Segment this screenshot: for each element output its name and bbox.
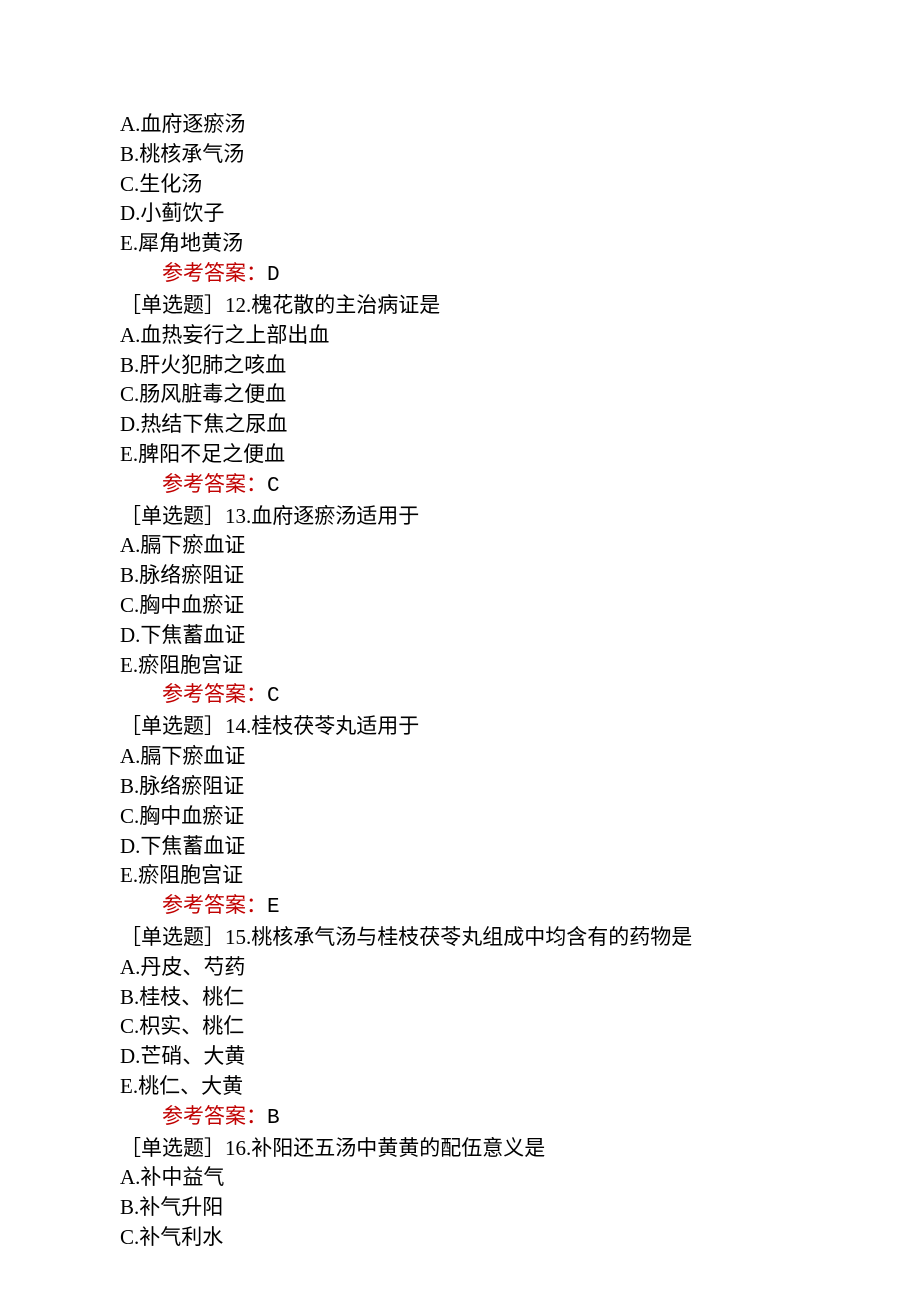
q12-prompt: ［单选题］12.槐花散的主治病证是 <box>78 291 920 321</box>
q11-option-d: D.小蓟饮子 <box>78 199 920 229</box>
q11-option-e: E.犀角地黄汤 <box>78 229 920 259</box>
q12-answer-line: 参考答案：C <box>78 470 920 502</box>
answer-label: 参考答案： <box>162 261 267 285</box>
q11-option-c: C.生化汤 <box>78 170 920 200</box>
q13-option-d: D.下焦蓄血证 <box>78 621 920 651</box>
q13-option-c: C.胸中血瘀证 <box>78 591 920 621</box>
q11-answer-value: D <box>267 264 280 287</box>
answer-label: 参考答案： <box>162 893 267 917</box>
q16-option-c: C.补气利水 <box>78 1223 920 1253</box>
q13-answer-value: C <box>267 685 280 708</box>
q14-option-e: E.瘀阻胞宫证 <box>78 861 920 891</box>
q15-option-d: D.芒硝、大黄 <box>78 1042 920 1072</box>
q12-option-d: D.热结下焦之尿血 <box>78 410 920 440</box>
q15-option-a: A.丹皮、芍药 <box>78 953 920 983</box>
q14-option-c: C.胸中血瘀证 <box>78 802 920 832</box>
q13-option-b: B.脉络瘀阻证 <box>78 561 920 591</box>
q13-option-a: A.膈下瘀血证 <box>78 531 920 561</box>
q13-answer-line: 参考答案：C <box>78 680 920 712</box>
q16-option-a: A.补中益气 <box>78 1163 920 1193</box>
q11-answer-line: 参考答案：D <box>78 259 920 291</box>
q14-answer-value: E <box>267 896 280 919</box>
q13-prompt: ［单选题］13.血府逐瘀汤适用于 <box>78 502 920 532</box>
q14-prompt: ［单选题］14.桂枝茯苓丸适用于 <box>78 712 920 742</box>
q14-answer-line: 参考答案：E <box>78 891 920 923</box>
q12-answer-value: C <box>267 475 280 498</box>
q11-option-b: B.桃核承气汤 <box>78 140 920 170</box>
answer-label: 参考答案： <box>162 472 267 496</box>
q15-option-c: C.枳实、桃仁 <box>78 1012 920 1042</box>
q12-option-e: E.脾阳不足之便血 <box>78 440 920 470</box>
q15-prompt: ［单选题］15.桃核承气汤与桂枝茯苓丸组成中均含有的药物是 <box>78 923 920 953</box>
q15-option-e: E.桃仁、大黄 <box>78 1072 920 1102</box>
q15-answer-line: 参考答案：B <box>78 1102 920 1134</box>
q16-prompt: ［单选题］16.补阳还五汤中黄黄的配伍意义是 <box>78 1134 920 1164</box>
q13-option-e: E.瘀阻胞宫证 <box>78 651 920 681</box>
q14-option-d: D.下焦蓄血证 <box>78 832 920 862</box>
answer-label: 参考答案： <box>162 1104 267 1128</box>
q14-option-a: A.膈下瘀血证 <box>78 742 920 772</box>
q12-option-a: A.血热妄行之上部出血 <box>78 321 920 351</box>
q11-option-a: A.血府逐瘀汤 <box>78 110 920 140</box>
answer-label: 参考答案： <box>162 682 267 706</box>
q15-answer-value: B <box>267 1107 280 1130</box>
q15-option-b: B.桂枝、桃仁 <box>78 983 920 1013</box>
q16-option-b: B.补气升阳 <box>78 1193 920 1223</box>
q12-option-c: C.肠风脏毒之便血 <box>78 380 920 410</box>
q14-option-b: B.脉络瘀阻证 <box>78 772 920 802</box>
q12-option-b: B.肝火犯肺之咳血 <box>78 351 920 381</box>
